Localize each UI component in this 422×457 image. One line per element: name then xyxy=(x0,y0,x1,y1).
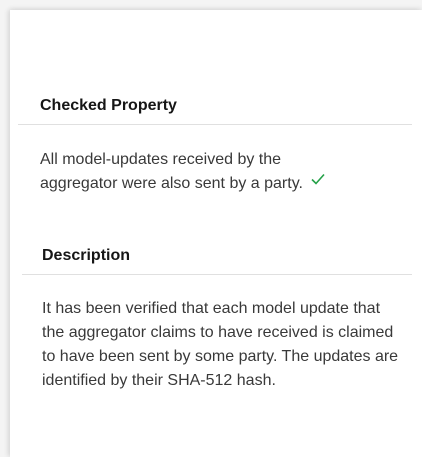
checked-property-statement: All model-updates received by the aggreg… xyxy=(40,151,303,193)
checked-property-text: All model-updates received by the aggreg… xyxy=(18,148,340,196)
description-divider xyxy=(22,274,412,275)
checked-property-divider xyxy=(18,124,412,125)
checked-property-section: Checked Property All model-updates recei… xyxy=(18,96,412,196)
description-text: It has been verified that each model upd… xyxy=(42,300,399,389)
checkmark-icon xyxy=(311,169,326,193)
checked-property-heading: Checked Property xyxy=(40,97,177,114)
description-section: Description It has been verified that ea… xyxy=(10,246,412,393)
description-heading: Description xyxy=(42,247,131,264)
